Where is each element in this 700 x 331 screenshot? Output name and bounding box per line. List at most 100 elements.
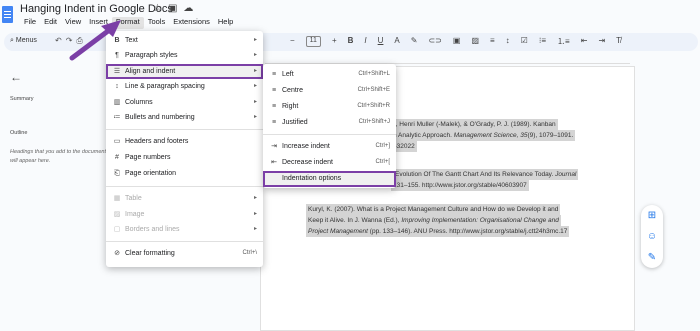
menu-item-align-and-indent[interactable]: ☰ Align and indent ▸ [106,64,263,79]
print-icon[interactable]: ⎙ [76,36,86,45]
menu-item-label: Clear formatting [125,250,175,257]
menu-item-clear-formatting[interactable]: ⊘ Clear formatting Ctrl+\ [106,247,263,260]
title-icons: ☆▣☁ [153,3,199,14]
menu-insert[interactable]: Insert [85,17,112,29]
undo-icon[interactable]: ↶ [55,36,66,45]
menu-item-label: Decrease indent [282,159,333,166]
font-size-minus-icon[interactable]: − [290,36,295,47]
text-color-icon[interactable]: A [394,36,399,47]
columns-icon: ▥ [113,99,121,106]
submenu-item-increase-indent[interactable]: ⇥ Increase indent Ctrl+] [263,140,396,153]
increase-indent-icon[interactable]: ⇥ [598,36,605,47]
menu-extensions[interactable]: Extensions [169,17,214,29]
font-size-input[interactable]: 11 [305,36,321,47]
page-orientation-icon: ⎗ [114,170,120,177]
menu-separator [263,134,396,135]
ref-book: Project Management [308,228,368,235]
chevron-right-icon: ▸ [253,99,257,105]
folder-icon[interactable]: ▣ [168,3,183,14]
align-left-icon: ≡ [271,71,277,78]
menu-edit[interactable]: Edit [40,17,61,29]
menu-item-page-numbers[interactable]: # Page numbers [106,151,263,164]
menu-item-label: Borders and lines [125,226,180,233]
italic-icon[interactable]: I [364,36,366,47]
menu-format[interactable]: Format [111,17,144,29]
menu-item-headers-footers[interactable]: ▭ Headers and footers [106,135,263,148]
menu-item-label: Indentation options [282,175,342,182]
checklist-icon[interactable]: ☑ [521,36,528,47]
redo-icon[interactable]: ↷ [66,36,77,45]
document-title[interactable]: Hanging Indent in Google Docs [20,3,173,15]
menu-item-label: Bullets and numbering [125,114,195,121]
submenu-item-left[interactable]: ≡ Left Ctrl+Shift+L [263,68,396,81]
numbered-list-icon[interactable]: ⒈≡ [557,36,570,47]
submenu-item-centre[interactable]: ≡ Centre Ctrl+Shift+E [263,84,396,97]
docs-logo-icon[interactable] [2,6,13,23]
menu-view[interactable]: View [61,17,85,29]
menus-button[interactable]: ⌕ Menus [10,37,37,45]
chevron-right-icon: ▸ [253,52,257,58]
menu-item-bullets-numbering[interactable]: ≔ Bullets and numbering ▸ [106,111,263,124]
star-icon[interactable]: ☆ [153,3,168,14]
increase-indent-icon: ⇥ [271,143,277,150]
header-footer-icon: ▭ [113,138,121,145]
chevron-right-icon: ▸ [253,114,257,120]
submenu-item-indentation-options[interactable]: Indentation options [263,171,396,187]
menu-separator [106,186,263,187]
font-size-plus-icon[interactable]: + [332,36,337,47]
reference-line: 131–155. http://www.jstor.org/stable/406… [391,180,529,191]
menu-item-paragraph-styles[interactable]: ¶ Paragraph styles ▸ [106,49,263,62]
underline-icon[interactable]: U [378,36,384,47]
menu-file[interactable]: File [20,17,40,29]
menu-item-label: Columns [125,99,153,106]
floating-action-bar: ⊞ ☺ ✎ [641,205,663,268]
comment-icon[interactable]: ▣ [453,36,461,47]
page-number-icon: # [115,154,119,161]
image-icon[interactable]: ▨ [471,36,479,47]
submenu-item-right[interactable]: ≡ Right Ctrl+Shift+R [263,100,396,113]
bold-icon[interactable]: B [348,36,354,47]
reference-line: Evolution Of The Gantt Chart And Its Rel… [393,169,579,180]
outline-label: Outline [10,130,28,136]
shortcut-label: Ctrl+[ [375,159,390,165]
submenu-item-justified[interactable]: ≡ Justified Ctrl+Shift+J [263,116,396,129]
menu-separator [106,241,263,242]
menu-item-page-orientation[interactable]: ⎗ Page orientation [106,167,263,180]
suggest-edit-icon[interactable]: ✎ [641,247,663,268]
menu-item-text[interactable]: B Text ▸ [106,34,263,47]
bullet-list-icon[interactable]: ⁝≡ [539,36,546,47]
emoji-reaction-icon[interactable]: ☺ [641,226,663,247]
add-comment-icon[interactable]: ⊞ [641,205,663,226]
menu-item-line-spacing[interactable]: ↕ Line & paragraph spacing ▸ [106,80,263,93]
image-icon: ▨ [113,211,121,218]
clear-format-icon[interactable]: T̸ [616,36,621,47]
menu-item-label: Increase indent [282,143,330,150]
menu-item-label: Page orientation [125,170,176,177]
cloud-icon[interactable]: ☁ [183,3,199,14]
menu-item-label: Page numbers [125,154,171,161]
ref-text: Evolution Of The Gantt Chart And Its Rel… [395,171,556,178]
menu-item-label: Align and indent [125,68,176,75]
align-right-icon: ≡ [271,103,277,110]
bullets-icon: ≔ [113,114,121,121]
link-icon[interactable]: ⊂⊃ [428,36,441,47]
menu-item-columns[interactable]: ▥ Columns ▸ [106,96,263,109]
back-arrow-icon[interactable]: ← [10,70,22,84]
align-icon[interactable]: ≡ [490,36,495,47]
chevron-right-icon: ▸ [253,226,257,232]
reference-line: Keep it Alive. In J. Wanna (Ed.), Improv… [306,215,561,226]
outline-hint: Headings that you add to the document wi… [10,149,107,164]
decrease-indent-icon[interactable]: ⇤ [581,36,588,47]
line-spacing-icon[interactable]: ↕ [506,36,510,47]
menu-item-label: Line & paragraph spacing [125,83,205,90]
reference-line: Kuryl, K. (2007). What is a Project Mana… [306,204,561,215]
submenu-item-decrease-indent[interactable]: ⇤ Decrease indent Ctrl+[ [263,156,396,169]
table-icon: ▦ [113,195,121,202]
menu-help[interactable]: Help [214,17,237,29]
highlight-icon[interactable]: ✎ [411,36,418,47]
menu-tools[interactable]: Tools [144,17,170,29]
ruler[interactable] [265,57,630,64]
shortcut-label: Ctrl+Shift+R [357,103,390,109]
chevron-right-icon: ▸ [253,211,257,217]
line-spacing-icon: ↕ [115,83,119,90]
